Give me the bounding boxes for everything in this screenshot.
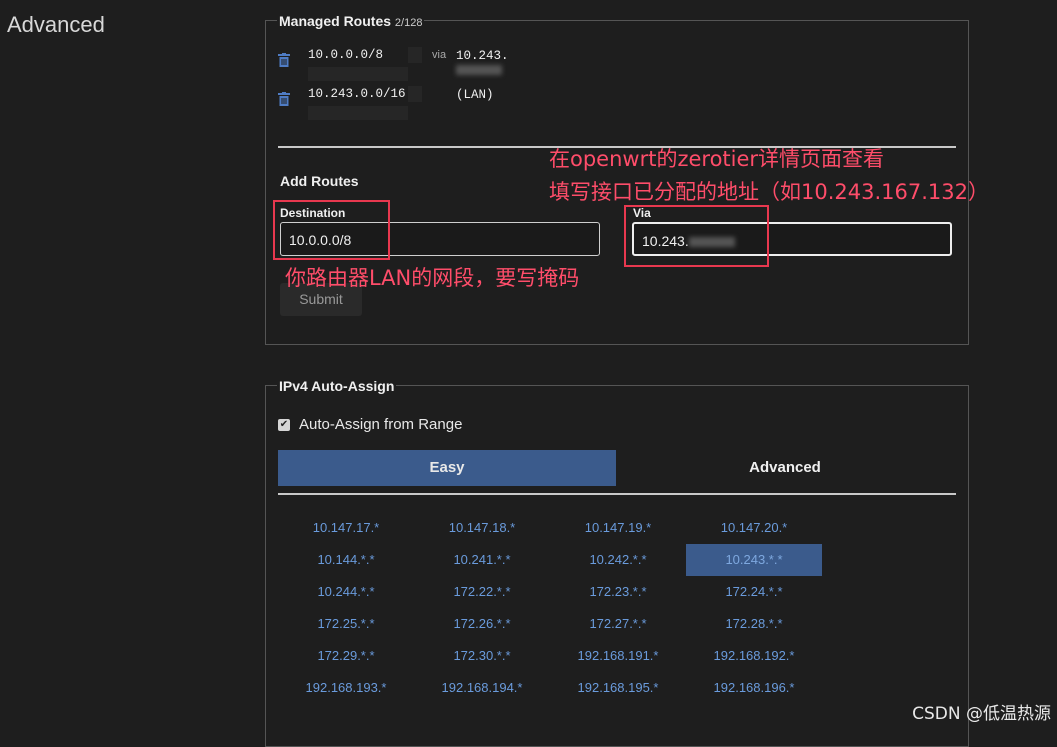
range-option[interactable]: 172.25.*.* [278, 608, 414, 640]
via-hint-line2: 填写接口已分配的地址（如10.243.167.132） [549, 180, 989, 204]
add-routes-title: Add Routes [280, 173, 359, 189]
destination-hint: 你路由器LAN的网段，要写掩码 [285, 266, 580, 290]
range-option[interactable]: 10.244.*.* [278, 576, 414, 608]
range-option[interactable]: 192.168.192.* [686, 640, 822, 672]
route-destination: 10.243.0.0/16 [308, 86, 408, 120]
range-option[interactable]: 172.28.*.* [686, 608, 822, 640]
range-option[interactable]: 10.243.*.* [686, 544, 822, 576]
range-option[interactable]: 192.168.195.* [550, 672, 686, 704]
managed-routes-count: 2/128 [394, 17, 423, 29]
route-via-value: (LAN) [456, 88, 494, 102]
tab-advanced[interactable]: Advanced [616, 450, 954, 486]
route-spacer [408, 86, 422, 102]
range-option[interactable]: 172.26.*.* [414, 608, 550, 640]
managed-routes-legend: Managed Routes 2/128 [277, 13, 425, 29]
range-option[interactable]: 172.30.*.* [414, 640, 550, 672]
route-via-value: 10.243. [456, 49, 509, 77]
range-option[interactable]: 172.29.*.* [278, 640, 414, 672]
auto-assign-label[interactable]: Auto-Assign from Range [299, 416, 462, 433]
range-option[interactable]: 192.168.194.* [414, 672, 550, 704]
range-option[interactable]: 192.168.196.* [686, 672, 822, 704]
range-option[interactable]: 172.27.*.* [550, 608, 686, 640]
route-via-label: via [432, 49, 447, 61]
trash-icon[interactable] [278, 53, 290, 67]
via-highlight-box [624, 205, 769, 267]
range-option[interactable]: 10.144.*.* [278, 544, 414, 576]
managed-routes-title: Managed Routes [279, 13, 392, 29]
route-destination: 10.0.0.0/8 [308, 47, 408, 81]
tab-divider [278, 493, 956, 495]
route-spacer [408, 47, 422, 63]
range-option[interactable]: 10.147.19.* [550, 512, 686, 544]
watermark: CSDN @低温热源 [912, 704, 1051, 724]
range-option[interactable]: 10.147.20.* [686, 512, 822, 544]
advanced-side-title: Advanced [7, 12, 105, 37]
tab-easy[interactable]: Easy [278, 450, 616, 486]
range-option[interactable]: 172.23.*.* [550, 576, 686, 608]
range-option[interactable]: 10.241.*.* [414, 544, 550, 576]
ipv4-auto-assign-panel: IPv4 Auto-Assign ✔ Auto-Assign from Rang… [265, 378, 969, 747]
range-option[interactable]: 172.22.*.* [414, 576, 550, 608]
range-option[interactable]: 192.168.191.* [550, 640, 686, 672]
destination-highlight-box [273, 200, 390, 260]
redacted-blur [456, 64, 502, 75]
range-option[interactable]: 192.168.193.* [278, 672, 414, 704]
range-option[interactable]: 172.24.*.* [686, 576, 822, 608]
trash-icon[interactable] [278, 92, 290, 106]
range-option[interactable]: 10.147.18.* [414, 512, 550, 544]
auto-assign-checkbox[interactable]: ✔ [278, 419, 290, 431]
via-hint-line1: 在openwrt的zerotier详情页面查看 [549, 147, 885, 171]
range-option[interactable]: 10.147.17.* [278, 512, 414, 544]
range-option[interactable]: 10.242.*.* [550, 544, 686, 576]
ipv4-legend: IPv4 Auto-Assign [277, 378, 397, 394]
